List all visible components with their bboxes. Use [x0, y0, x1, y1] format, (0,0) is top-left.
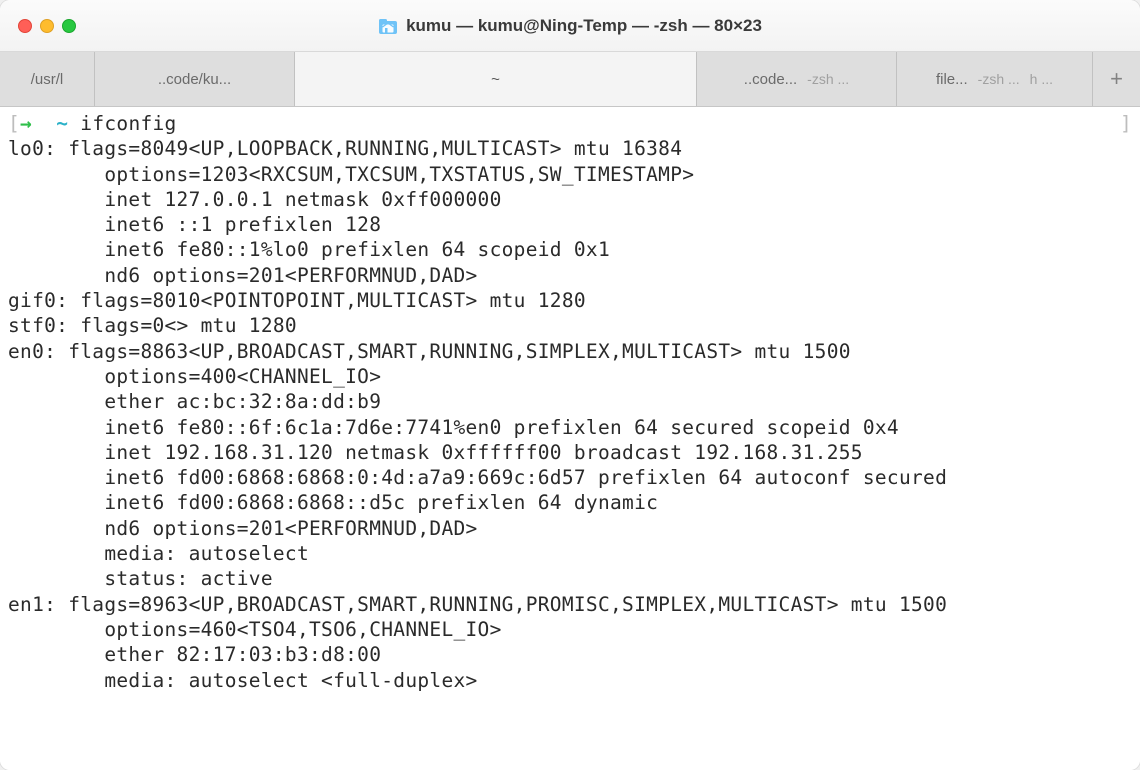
output-line: stf0: flags=0<> mtu 1280	[8, 314, 297, 337]
output-line: en0: flags=8863<UP,BROADCAST,SMART,RUNNI…	[8, 340, 851, 363]
tabbar: /usr/l ..code/ku... ~ ..code... -zsh ...…	[0, 52, 1140, 107]
new-tab-button[interactable]: +	[1092, 52, 1140, 106]
output-line: ether 82:17:03:b3:d8:00	[8, 643, 381, 666]
output-line: inet 127.0.0.1 netmask 0xff000000	[8, 188, 502, 211]
close-button[interactable]	[18, 19, 32, 33]
home-folder-icon	[378, 16, 398, 36]
terminal-window: kumu — kumu@Ning-Temp — -zsh — 80×23 /us…	[0, 0, 1140, 770]
tab-sublabel: -zsh ...	[807, 71, 849, 87]
traffic-lights	[18, 19, 76, 33]
plus-icon: +	[1110, 66, 1123, 92]
output-line: media: autoselect <full-duplex>	[8, 669, 478, 692]
maximize-button[interactable]	[62, 19, 76, 33]
output-line: inet6 fe80::1%lo0 prefixlen 64 scopeid 0…	[8, 238, 610, 261]
output-line: en1: flags=8963<UP,BROADCAST,SMART,RUNNI…	[8, 593, 947, 616]
terminal-content[interactable]: [→ ~ ifconfig] lo0: flags=8049<UP,LOOPBA…	[0, 107, 1140, 770]
title-wrap: kumu — kumu@Ning-Temp — -zsh — 80×23	[0, 16, 1140, 36]
window-title: kumu — kumu@Ning-Temp — -zsh — 80×23	[406, 16, 762, 36]
output-line: nd6 options=201<PERFORMNUD,DAD>	[8, 264, 478, 287]
tab-label: ..code/ku...	[158, 71, 231, 88]
tab-label: file...	[936, 71, 968, 88]
output-line: lo0: flags=8049<UP,LOOPBACK,RUNNING,MULT…	[8, 137, 682, 160]
tab-tail: h ...	[1030, 71, 1053, 87]
tab-label: /usr/l	[31, 71, 64, 88]
output-line: options=1203<RXCSUM,TXCSUM,TXSTATUS,SW_T…	[8, 163, 694, 186]
tab-sublabel: -zsh ...	[978, 71, 1020, 87]
prompt-arrow-icon: →	[20, 112, 32, 135]
prompt-open-bracket: [	[8, 112, 20, 135]
output-line: ether ac:bc:32:8a:dd:b9	[8, 390, 381, 413]
output-line: inet6 fd00:6868:6868:0:4d:a7a9:669c:6d57…	[8, 466, 947, 489]
prompt-close-bracket: ]	[1120, 111, 1132, 136]
output-line: status: active	[8, 567, 273, 590]
output-line: inet6 ::1 prefixlen 128	[8, 213, 381, 236]
prompt-cwd: ~	[56, 112, 68, 135]
output-line: inet 192.168.31.120 netmask 0xffffff00 b…	[8, 441, 863, 464]
tab-home[interactable]: ~	[295, 52, 697, 106]
tab-code-ku[interactable]: ..code/ku...	[95, 52, 295, 106]
command-input: ifconfig	[80, 112, 176, 135]
output-line: nd6 options=201<PERFORMNUD,DAD>	[8, 517, 478, 540]
titlebar: kumu — kumu@Ning-Temp — -zsh — 80×23	[0, 0, 1140, 52]
tab-label: ~	[491, 71, 500, 88]
tab-usr[interactable]: /usr/l	[0, 52, 95, 106]
output-line: inet6 fd00:6868:6868::d5c prefixlen 64 d…	[8, 491, 658, 514]
output-line: media: autoselect	[8, 542, 309, 565]
output-line: gif0: flags=8010<POINTOPOINT,MULTICAST> …	[8, 289, 586, 312]
tab-code[interactable]: ..code... -zsh ...	[697, 52, 897, 106]
minimize-button[interactable]	[40, 19, 54, 33]
tab-label: ..code...	[744, 71, 797, 88]
output-line: options=460<TSO4,TSO6,CHANNEL_IO>	[8, 618, 502, 641]
output-line: inet6 fe80::6f:6c1a:7d6e:7741%en0 prefix…	[8, 416, 899, 439]
output-line: options=400<CHANNEL_IO>	[8, 365, 381, 388]
tab-file[interactable]: file... -zsh ... h ...	[897, 52, 1092, 106]
